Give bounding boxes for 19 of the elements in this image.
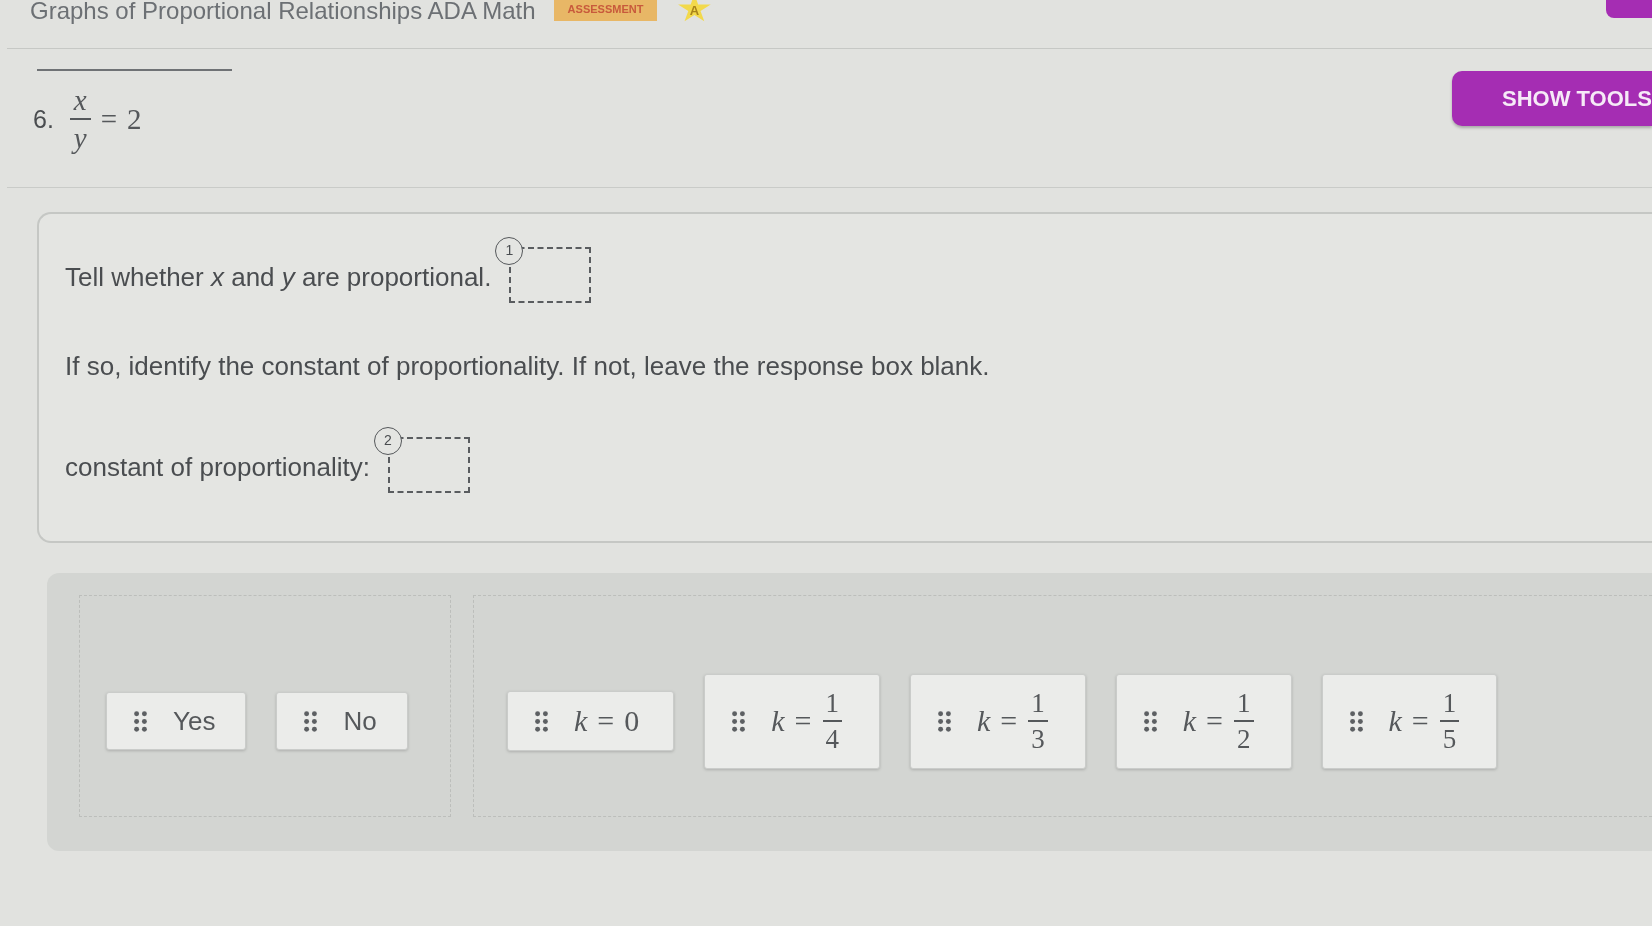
drag-handle-icon	[535, 710, 548, 732]
zone-number: 1	[495, 237, 524, 265]
answer-tile[interactable]: No	[276, 692, 408, 750]
assessment-badge: ASSESSMENT	[553, 0, 658, 21]
drag-handle-icon	[134, 710, 147, 732]
question-number: 6.	[33, 104, 54, 134]
show-tools-button[interactable]: SHOW TOOLS	[1452, 71, 1652, 126]
drag-handle-icon	[732, 710, 746, 732]
answer-tile[interactable]: k = 0	[507, 691, 675, 751]
answer-tile[interactable]: Yes	[106, 692, 247, 750]
prompt-text: If so, identify the constant of proportionality. If not, leave the response box blank.	[65, 351, 990, 381]
prompt-text: constant of proportionality:	[65, 451, 370, 482]
page-title: Graphs of Proportional Relationships ADA Math	[30, 0, 536, 24]
drag-handle-icon	[304, 710, 318, 732]
drag-handle-icon	[1143, 710, 1157, 732]
drag-handle-icon	[938, 710, 951, 732]
drag-handle-icon	[1349, 710, 1363, 732]
prompt-text: Tell whether x and y are proportional.	[65, 261, 492, 292]
zone-number: 2	[373, 427, 402, 455]
